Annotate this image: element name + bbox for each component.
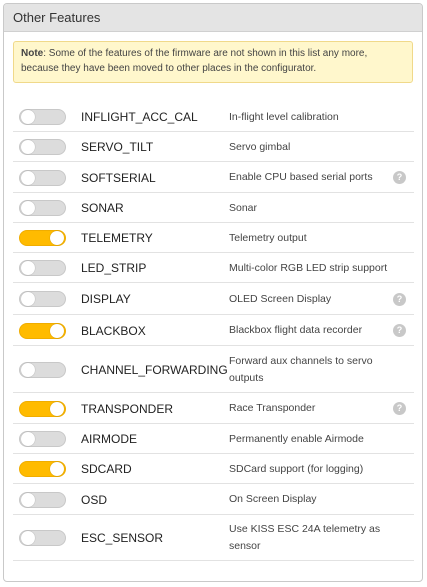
feature-row: AIRMODE Permanently enable Airmode xyxy=(13,424,414,454)
feature-toggle[interactable] xyxy=(19,109,66,125)
toggle-knob xyxy=(21,201,35,215)
feature-toggle[interactable] xyxy=(19,260,66,276)
toggle-knob xyxy=(21,531,35,545)
feature-name: AIRMODE xyxy=(81,432,138,446)
feature-toggle[interactable] xyxy=(19,362,66,378)
feature-row: SONAR Sonar xyxy=(13,193,414,223)
feature-toggle[interactable] xyxy=(19,323,66,339)
feature-name: CHANNEL_FORWARDING xyxy=(81,363,228,377)
feature-row: SERVO_TILT Servo gimbal xyxy=(13,132,414,162)
feature-row: SDCARD SDCard support (for logging) xyxy=(13,454,414,484)
feature-name: SDCARD xyxy=(81,462,132,476)
feature-description: Forward aux channels to servo outputs xyxy=(229,355,373,384)
feature-row: LED_STRIP Multi-color RGB LED strip supp… xyxy=(13,253,414,283)
note-text: : Some of the features of the firmware a… xyxy=(21,48,368,74)
feature-name: TRANSPONDER xyxy=(81,402,174,416)
feature-toggle[interactable] xyxy=(19,530,66,546)
toggle-knob xyxy=(21,110,35,124)
feature-description: Multi-color RGB LED strip support xyxy=(229,262,388,274)
feature-toggle[interactable] xyxy=(19,200,66,216)
feature-toggle[interactable] xyxy=(19,431,66,447)
panel-title: Other Features xyxy=(4,4,422,32)
feature-toggle[interactable] xyxy=(19,492,66,508)
feature-name: SERVO_TILT xyxy=(81,140,154,154)
feature-row: BLACKBOX Blackbox flight data recorder ? xyxy=(13,315,414,346)
feature-toggle[interactable] xyxy=(19,170,66,186)
feature-description: Blackbox flight data recorder xyxy=(229,324,363,336)
feature-description: Use KISS ESC 24A telemetry as sensor xyxy=(229,523,381,552)
feature-name: OSD xyxy=(81,493,108,507)
feature-description: On Screen Display xyxy=(229,493,317,505)
toggle-knob xyxy=(21,493,35,507)
feature-row: ESC_SENSOR Use KISS ESC 24A telemetry as… xyxy=(13,515,414,561)
feature-toggle[interactable] xyxy=(19,230,66,246)
toggle-knob xyxy=(21,292,35,306)
toggle-knob xyxy=(50,324,64,338)
help-icon[interactable]: ? xyxy=(393,324,406,337)
feature-description: Race Transponder xyxy=(229,402,316,414)
feature-description: OLED Screen Display xyxy=(229,293,332,305)
feature-list: INFLIGHT_ACC_CAL In-flight level calibra… xyxy=(13,102,414,561)
other-features-panel: Other Features Note: Some of the feature… xyxy=(3,3,423,582)
toggle-knob xyxy=(50,402,64,416)
feature-name: DISPLAY xyxy=(81,292,131,306)
feature-description: Telemetry output xyxy=(229,232,307,244)
feature-row: CHANNEL_FORWARDING Forward aux channels … xyxy=(13,346,414,393)
feature-description: Servo gimbal xyxy=(229,141,291,153)
feature-name: BLACKBOX xyxy=(81,324,146,338)
feature-name: SOFTSERIAL xyxy=(81,171,156,185)
feature-description: In-flight level calibration xyxy=(229,111,339,123)
feature-description: Sonar xyxy=(229,202,258,214)
toggle-knob xyxy=(21,140,35,154)
toggle-knob xyxy=(50,231,64,245)
toggle-knob xyxy=(21,363,35,377)
feature-name: SONAR xyxy=(81,201,124,215)
feature-name: INFLIGHT_ACC_CAL xyxy=(81,110,198,124)
feature-description: Enable CPU based serial ports xyxy=(229,171,373,183)
feature-row: TRANSPONDER Race Transponder ? xyxy=(13,393,414,424)
toggle-knob xyxy=(50,462,64,476)
note-label: Note xyxy=(21,48,44,59)
feature-toggle[interactable] xyxy=(19,139,66,155)
help-icon[interactable]: ? xyxy=(393,402,406,415)
firmware-note: Note: Some of the features of the firmwa… xyxy=(13,41,413,83)
help-icon[interactable]: ? xyxy=(393,293,406,306)
feature-row: TELEMETRY Telemetry output xyxy=(13,223,414,253)
toggle-knob xyxy=(21,432,35,446)
feature-row: OSD On Screen Display xyxy=(13,484,414,515)
feature-name: ESC_SENSOR xyxy=(81,531,164,545)
feature-row: SOFTSERIAL Enable CPU based serial ports… xyxy=(13,162,414,193)
feature-toggle[interactable] xyxy=(19,401,66,417)
feature-row: INFLIGHT_ACC_CAL In-flight level calibra… xyxy=(13,102,414,132)
feature-toggle[interactable] xyxy=(19,291,66,307)
feature-name: TELEMETRY xyxy=(81,231,153,245)
feature-name: LED_STRIP xyxy=(81,261,147,275)
feature-row: DISPLAY OLED Screen Display ? xyxy=(13,283,414,315)
feature-description: SDCard support (for logging) xyxy=(229,463,364,475)
toggle-knob xyxy=(21,261,35,275)
help-icon[interactable]: ? xyxy=(393,171,406,184)
feature-description: Permanently enable Airmode xyxy=(229,433,364,445)
toggle-knob xyxy=(21,171,35,185)
feature-toggle[interactable] xyxy=(19,461,66,477)
